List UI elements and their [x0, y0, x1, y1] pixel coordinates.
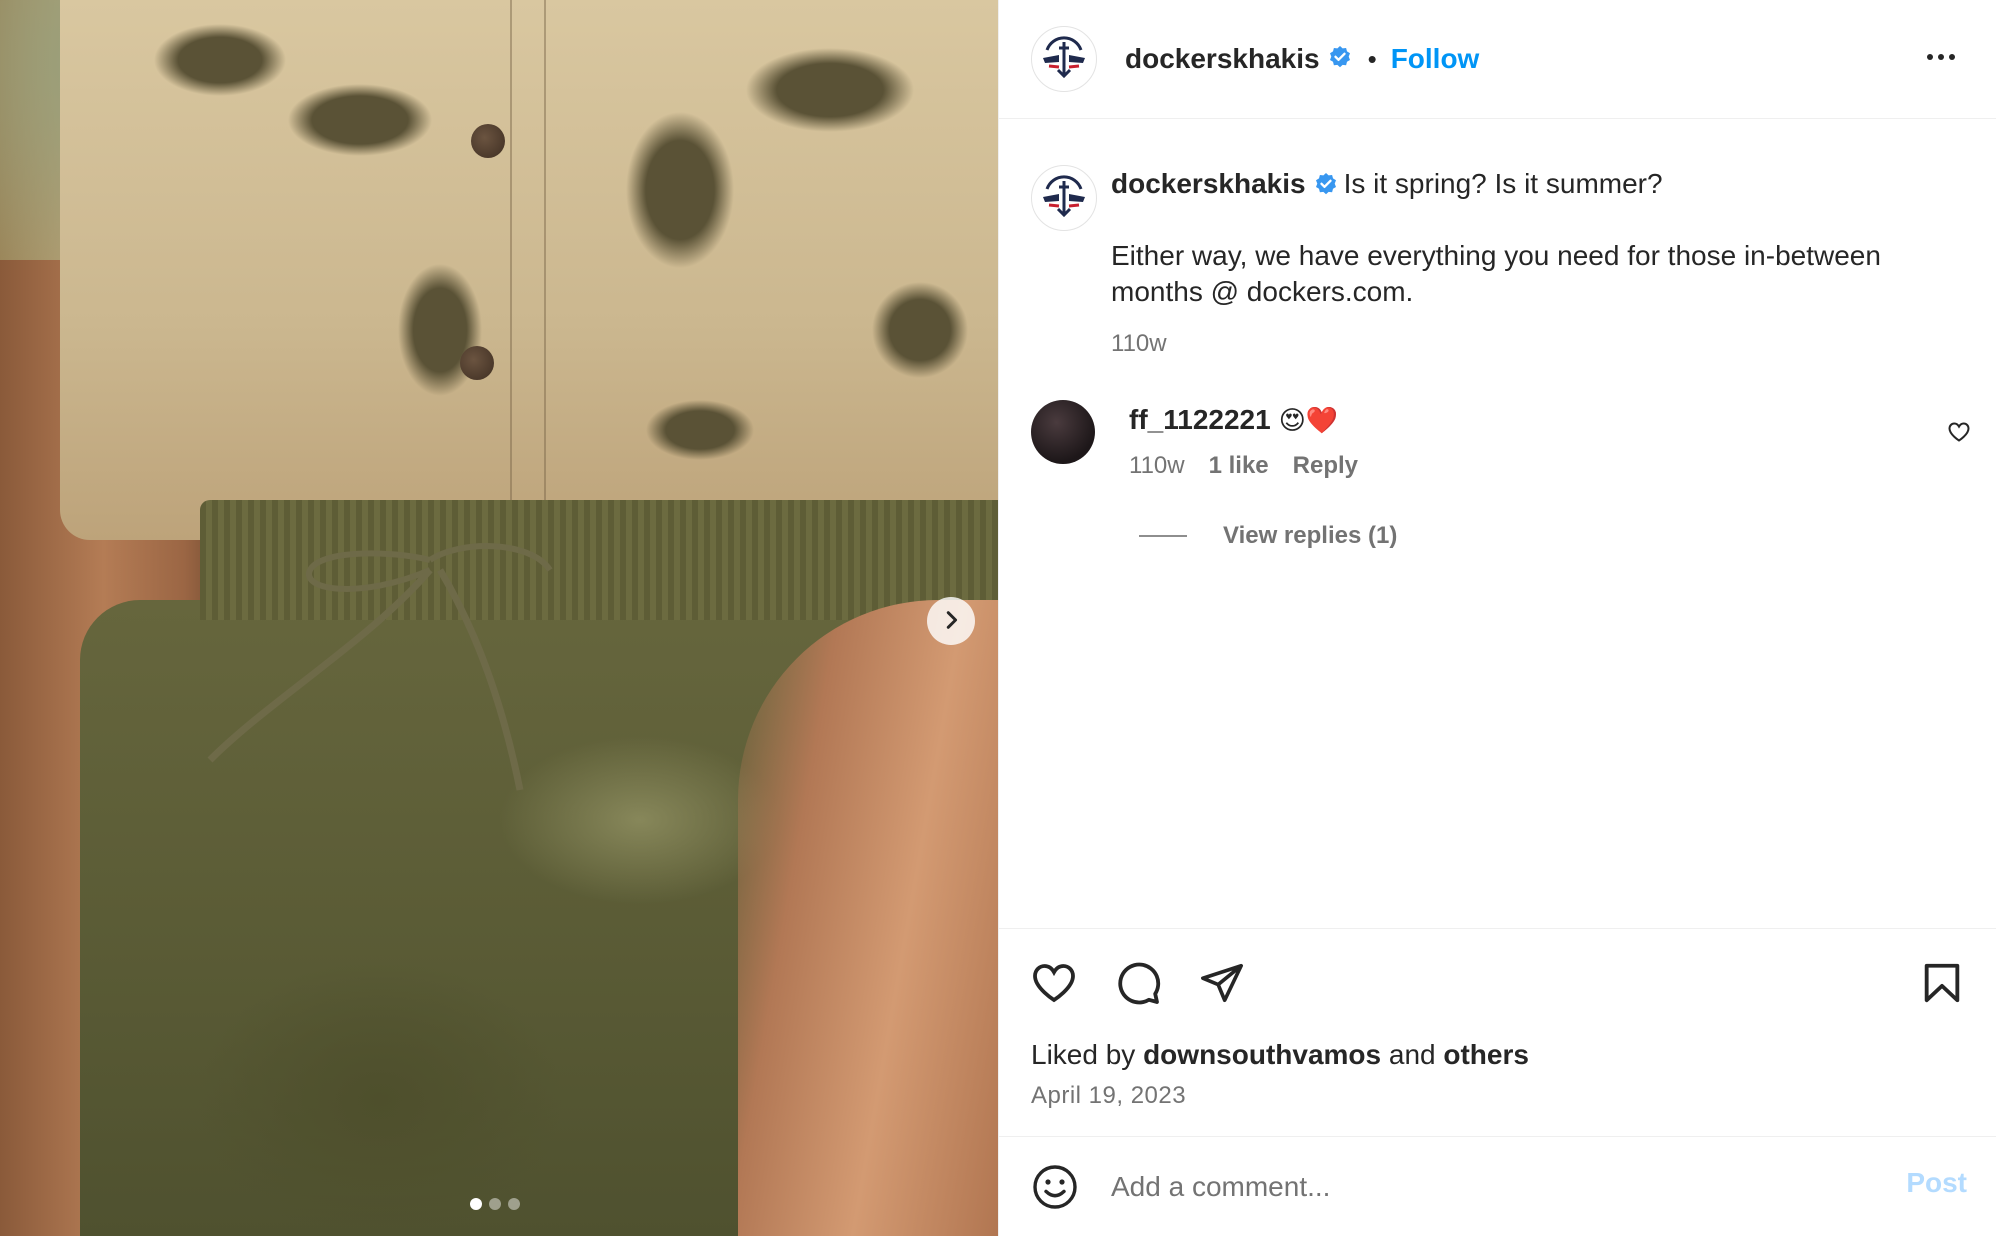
verified-badge-icon [1328, 45, 1352, 74]
caption-first-line: dockerskhakis Is it spring? Is it summer? [1111, 165, 1961, 206]
profile-avatar[interactable] [1031, 26, 1097, 92]
follow-button[interactable]: Follow [1391, 43, 1480, 75]
comment-body: ff_1122221 😍❤️ 110w 1 like Reply [1129, 400, 1358, 480]
caption-timestamp[interactable]: 110w [1111, 330, 1961, 358]
comment-line: ff_1122221 😍❤️ [1129, 400, 1358, 440]
caption-avatar[interactable] [1031, 165, 1097, 231]
photo-shirt-button [471, 124, 505, 158]
commenter-avatar[interactable] [1031, 400, 1095, 464]
post-side-panel: dockerskhakis • Follow dockerskhakis Is … [998, 0, 1996, 1236]
post-date[interactable]: April 19, 2023 [1031, 1082, 1186, 1110]
emoji-picker-button[interactable] [1031, 1163, 1079, 1214]
carousel-dot-active [470, 1198, 482, 1210]
heart-icon [1947, 422, 1971, 447]
header-separator: • [1367, 43, 1377, 74]
liked-by-user[interactable]: downsouthvamos [1143, 1039, 1381, 1071]
post-header: dockerskhakis • Follow [999, 0, 1996, 119]
comment-text: 😍❤️ [1278, 405, 1339, 435]
photo-shirt-button [460, 346, 494, 380]
photo-shirt [60, 0, 998, 540]
comment-timestamp[interactable]: 110w [1129, 452, 1185, 480]
photo-shirt-placket [510, 0, 546, 520]
carousel-dot [489, 1198, 501, 1210]
photo-arm-right [738, 600, 998, 1236]
caption-username[interactable]: dockerskhakis [1111, 168, 1306, 199]
heart-icon [1030, 959, 1078, 1010]
header-username[interactable]: dockerskhakis [1125, 43, 1320, 75]
more-options-button[interactable] [1921, 42, 1961, 72]
caption-paragraph: Either way, we have everything you need … [1111, 240, 1881, 307]
photo-drawstring [207, 543, 553, 791]
post-caption: dockerskhakis Is it spring? Is it summer?… [1031, 165, 1971, 358]
post-media[interactable] [0, 0, 998, 1236]
comment-button[interactable] [1113, 959, 1163, 1009]
liked-by-summary: Liked by downsouthvamos and others [1031, 1039, 1529, 1071]
chevron-right-icon [940, 609, 962, 634]
logo-icon [1035, 167, 1093, 230]
liked-by-others[interactable]: others [1443, 1039, 1529, 1071]
bookmark-icon [1919, 960, 1965, 1009]
replies-divider-line [1139, 535, 1187, 537]
carousel-indicator [470, 1198, 520, 1210]
liked-by-conjunction: and [1388, 1039, 1436, 1070]
post-comment-button[interactable]: Post [1906, 1167, 1967, 1199]
like-button[interactable] [1029, 959, 1079, 1009]
caption-body: dockerskhakis Is it spring? Is it summer?… [1111, 165, 1961, 358]
share-icon [1199, 960, 1245, 1009]
comment-reply-button[interactable]: Reply [1293, 452, 1358, 480]
liked-by-prefix: Liked by [1031, 1039, 1136, 1070]
commenter-username[interactable]: ff_1122221 [1129, 404, 1271, 435]
comment-input[interactable] [1109, 1161, 1869, 1213]
caption-text: Is it spring? Is it summer? [1343, 168, 1663, 199]
action-icons [1029, 959, 1247, 1009]
comment-like-button[interactable] [1947, 420, 1971, 447]
save-button[interactable] [1917, 959, 1967, 1009]
view-replies-button[interactable]: View replies (1) [1139, 522, 1397, 550]
comment-item: ff_1122221 😍❤️ 110w 1 like Reply [1031, 400, 1971, 480]
carousel-next-button[interactable] [927, 597, 975, 645]
comment-likes-count[interactable]: 1 like [1209, 452, 1269, 480]
comment-composer: Post [999, 1136, 1996, 1236]
comment-icon [1114, 959, 1162, 1010]
instagram-post: dockerskhakis • Follow dockerskhakis Is … [0, 0, 1996, 1236]
post-actions-section: Liked by downsouthvamos and others April… [999, 928, 1996, 1138]
logo-icon [1035, 28, 1093, 91]
emoji-icon [1031, 1165, 1079, 1214]
more-options-icon [1927, 54, 1955, 60]
share-button[interactable] [1197, 959, 1247, 1009]
comment-meta: 110w 1 like Reply [1129, 452, 1358, 480]
view-replies-label: View replies (1) [1223, 522, 1398, 549]
verified-badge-icon [1314, 168, 1338, 206]
carousel-dot [508, 1198, 520, 1210]
